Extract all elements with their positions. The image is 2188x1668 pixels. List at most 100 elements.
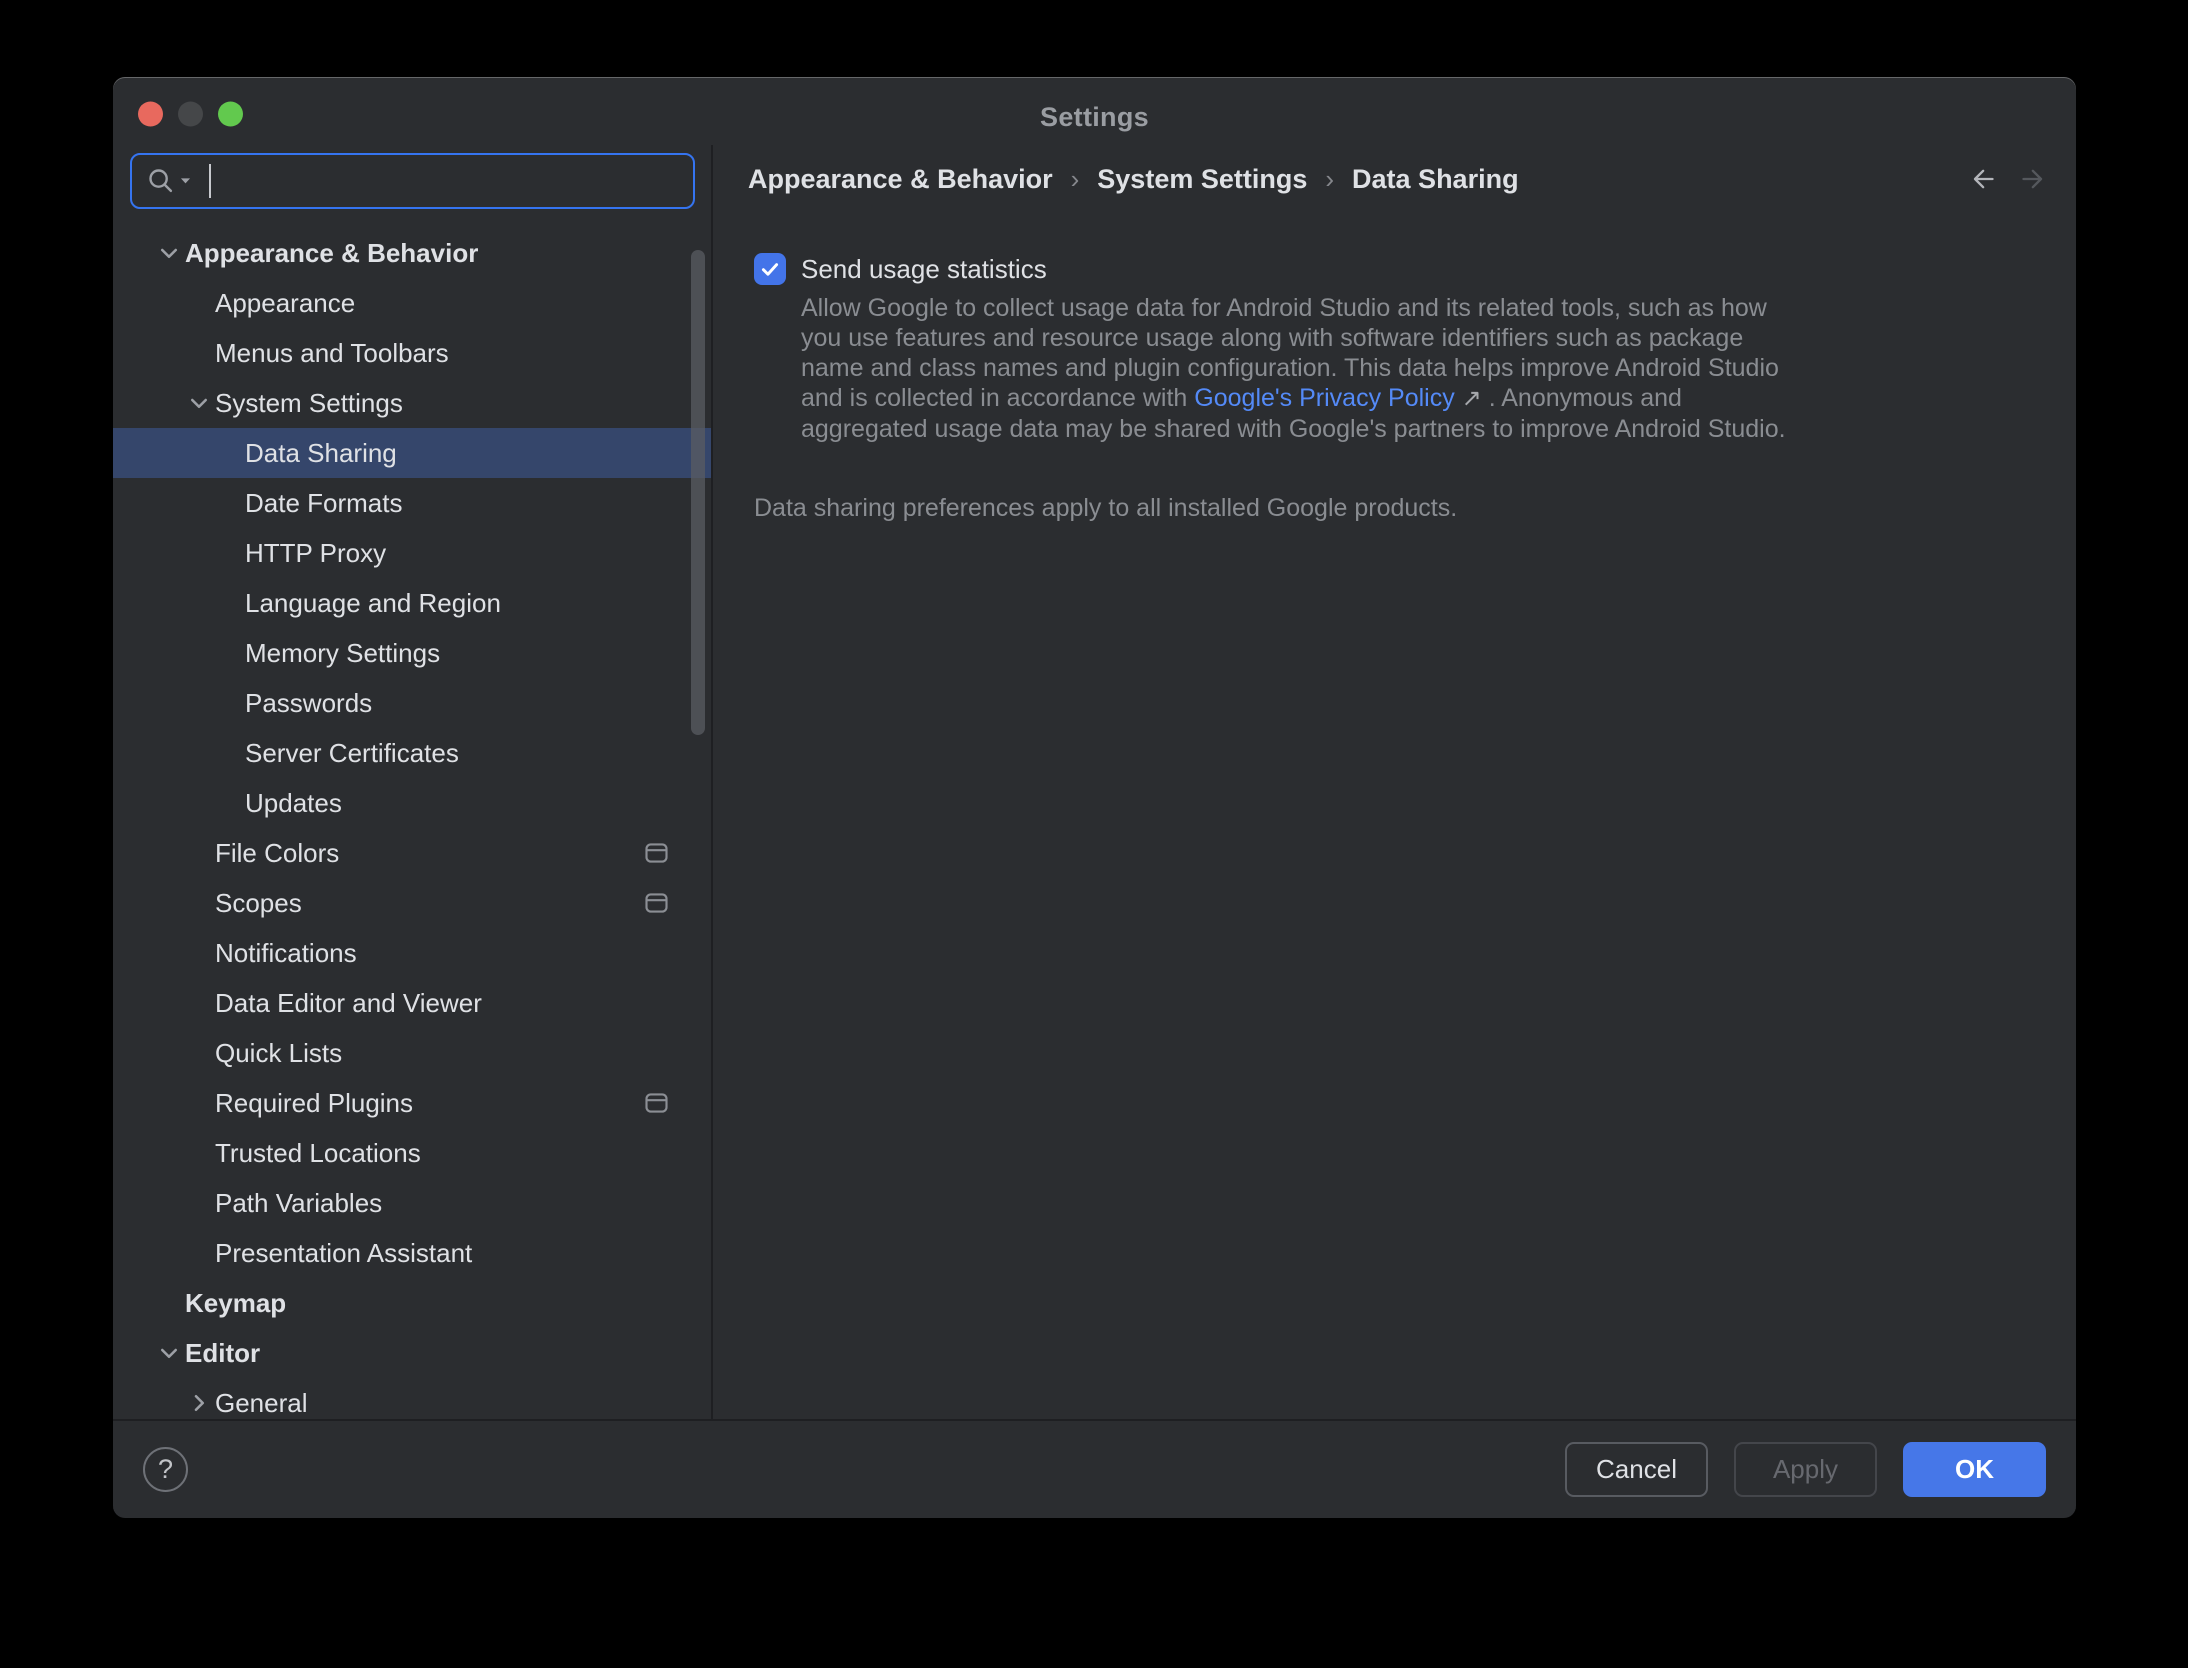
breadcrumb-system-settings[interactable]: System Settings bbox=[1097, 164, 1307, 195]
chevron-down-icon bbox=[213, 591, 245, 615]
zoom-window-button[interactable] bbox=[218, 102, 243, 127]
window-title: Settings bbox=[1040, 90, 1149, 133]
sidebar-item-label: File Colors bbox=[215, 838, 339, 869]
send-usage-statistics-label: Send usage statistics bbox=[801, 254, 1047, 285]
search-input[interactable] bbox=[219, 166, 679, 197]
chevron-down-icon bbox=[183, 1041, 215, 1065]
sidebar-item-passwords[interactable]: Passwords bbox=[113, 678, 711, 728]
help-button[interactable]: ? bbox=[143, 1447, 188, 1492]
sidebar-item-data-sharing[interactable]: Data Sharing bbox=[113, 428, 711, 478]
settings-sidebar: Appearance & Behavior Appearance Menus a… bbox=[113, 145, 711, 1419]
sidebar-item-language-and-region[interactable]: Language and Region bbox=[113, 578, 711, 628]
send-usage-statistics-row: Send usage statistics bbox=[754, 253, 2036, 285]
sidebar-item-menus-and-toolbars[interactable]: Menus and Toolbars bbox=[113, 328, 711, 378]
sidebar-item-label: Trusted Locations bbox=[215, 1138, 421, 1169]
sidebar-item-presentation-assistant[interactable]: Presentation Assistant bbox=[113, 1228, 711, 1278]
sidebar-item-notifications[interactable]: Notifications bbox=[113, 928, 711, 978]
sidebar-item-label: Passwords bbox=[245, 688, 372, 719]
minimize-window-button[interactable] bbox=[178, 102, 203, 127]
sidebar-item-label: General bbox=[215, 1388, 308, 1419]
search-icon bbox=[146, 166, 191, 196]
sidebar-item-date-formats[interactable]: Date Formats bbox=[113, 478, 711, 528]
chevron-down-icon bbox=[153, 1291, 185, 1315]
chevron-down-icon bbox=[213, 741, 245, 765]
send-usage-statistics-checkbox[interactable] bbox=[754, 253, 786, 285]
breadcrumb-appearance-behavior[interactable]: Appearance & Behavior bbox=[748, 164, 1053, 195]
chevron-down-icon bbox=[183, 391, 215, 415]
usage-statistics-description: Allow Google to collect usage data for A… bbox=[801, 293, 1786, 444]
chevron-down-icon bbox=[213, 441, 245, 465]
sidebar-item-scopes[interactable]: Scopes bbox=[113, 878, 711, 928]
chevron-down-icon bbox=[183, 941, 215, 965]
sidebar-item-label: Appearance bbox=[215, 288, 355, 319]
footer-bar: ? Cancel Apply OK bbox=[113, 1419, 2076, 1518]
sidebar-item-system-settings[interactable]: System Settings bbox=[113, 378, 711, 428]
sidebar-item-label: Date Formats bbox=[245, 488, 403, 519]
sidebar-item-label: Required Plugins bbox=[215, 1088, 413, 1119]
chevron-down-icon bbox=[183, 341, 215, 365]
sidebar-item-file-colors[interactable]: File Colors bbox=[113, 828, 711, 878]
sidebar-item-label: Data Editor and Viewer bbox=[215, 988, 482, 1019]
breadcrumb-separator: › bbox=[1325, 164, 1334, 195]
sidebar-item-memory-settings[interactable]: Memory Settings bbox=[113, 628, 711, 678]
settings-tree: Appearance & Behavior Appearance Menus a… bbox=[113, 209, 711, 1419]
sidebar-item-label: Presentation Assistant bbox=[215, 1238, 472, 1269]
chevron-down-icon bbox=[213, 641, 245, 665]
sidebar-item-updates[interactable]: Updates bbox=[113, 778, 711, 828]
sidebar-item-data-editor-and-viewer[interactable]: Data Editor and Viewer bbox=[113, 978, 711, 1028]
chevron-down-icon bbox=[213, 691, 245, 715]
sidebar-item-label: Quick Lists bbox=[215, 1038, 342, 1069]
sidebar-item-label: Memory Settings bbox=[245, 638, 440, 669]
sidebar-item-label: System Settings bbox=[215, 388, 403, 419]
sidebar-item-label: Appearance & Behavior bbox=[185, 238, 478, 269]
main-panel: Appearance & Behavior › System Settings … bbox=[713, 145, 2076, 1419]
project-settings-icon bbox=[645, 843, 668, 863]
sidebar-item-label: Menus and Toolbars bbox=[215, 338, 449, 369]
sidebar-item-general[interactable]: General bbox=[113, 1378, 711, 1419]
sidebar-item-trusted-locations[interactable]: Trusted Locations bbox=[113, 1128, 711, 1178]
forward-arrow-icon bbox=[2020, 165, 2048, 193]
data-sharing-note: Data sharing preferences apply to all in… bbox=[754, 494, 2036, 523]
sidebar-item-label: Updates bbox=[245, 788, 342, 819]
sidebar-item-quick-lists[interactable]: Quick Lists bbox=[113, 1028, 711, 1078]
chevron-down-icon bbox=[153, 241, 185, 265]
chevron-right-icon bbox=[183, 1391, 215, 1415]
sidebar-item-required-plugins[interactable]: Required Plugins bbox=[113, 1078, 711, 1128]
chevron-down-icon bbox=[213, 541, 245, 565]
sidebar-item-label: Data Sharing bbox=[245, 438, 397, 469]
cancel-button[interactable]: Cancel bbox=[1565, 1442, 1708, 1497]
search-box[interactable] bbox=[130, 153, 695, 209]
sidebar-item-appearance-behavior[interactable]: Appearance & Behavior bbox=[113, 228, 711, 278]
sidebar-item-label: Editor bbox=[185, 1338, 260, 1369]
text-cursor bbox=[209, 164, 211, 198]
sidebar-item-appearance[interactable]: Appearance bbox=[113, 278, 711, 328]
chevron-down-icon bbox=[213, 791, 245, 815]
back-arrow-icon[interactable] bbox=[1968, 165, 1996, 193]
sidebar-item-server-certificates[interactable]: Server Certificates bbox=[113, 728, 711, 778]
sidebar-item-label: Notifications bbox=[215, 938, 357, 969]
privacy-policy-link[interactable]: Google's Privacy Policy bbox=[1194, 384, 1454, 412]
project-settings-icon bbox=[645, 893, 668, 913]
chevron-down-icon bbox=[183, 991, 215, 1015]
sidebar-item-label: Path Variables bbox=[215, 1188, 382, 1219]
sidebar-scrollbar[interactable] bbox=[691, 250, 705, 735]
traffic-lights bbox=[138, 102, 243, 127]
chevron-down-icon bbox=[183, 291, 215, 315]
sidebar-item-keymap[interactable]: Keymap bbox=[113, 1278, 711, 1328]
breadcrumb-data-sharing[interactable]: Data Sharing bbox=[1352, 164, 1519, 195]
sidebar-item-editor[interactable]: Editor bbox=[113, 1328, 711, 1378]
ok-button[interactable]: OK bbox=[1903, 1442, 2046, 1497]
close-window-button[interactable] bbox=[138, 102, 163, 127]
sidebar-item-label: Server Certificates bbox=[245, 738, 459, 769]
sidebar-item-label: Language and Region bbox=[245, 588, 501, 619]
search-options-chevron-icon bbox=[180, 177, 191, 185]
sidebar-item-label: Keymap bbox=[185, 1288, 286, 1319]
sidebar-item-path-variables[interactable]: Path Variables bbox=[113, 1178, 711, 1228]
apply-button[interactable]: Apply bbox=[1734, 1442, 1877, 1497]
sidebar-item-label: Scopes bbox=[215, 888, 302, 919]
breadcrumb: Appearance & Behavior › System Settings … bbox=[748, 164, 1519, 195]
chevron-down-icon bbox=[153, 1341, 185, 1365]
chevron-down-icon bbox=[183, 1191, 215, 1215]
chevron-down-icon bbox=[183, 891, 215, 915]
sidebar-item-http-proxy[interactable]: HTTP Proxy bbox=[113, 528, 711, 578]
